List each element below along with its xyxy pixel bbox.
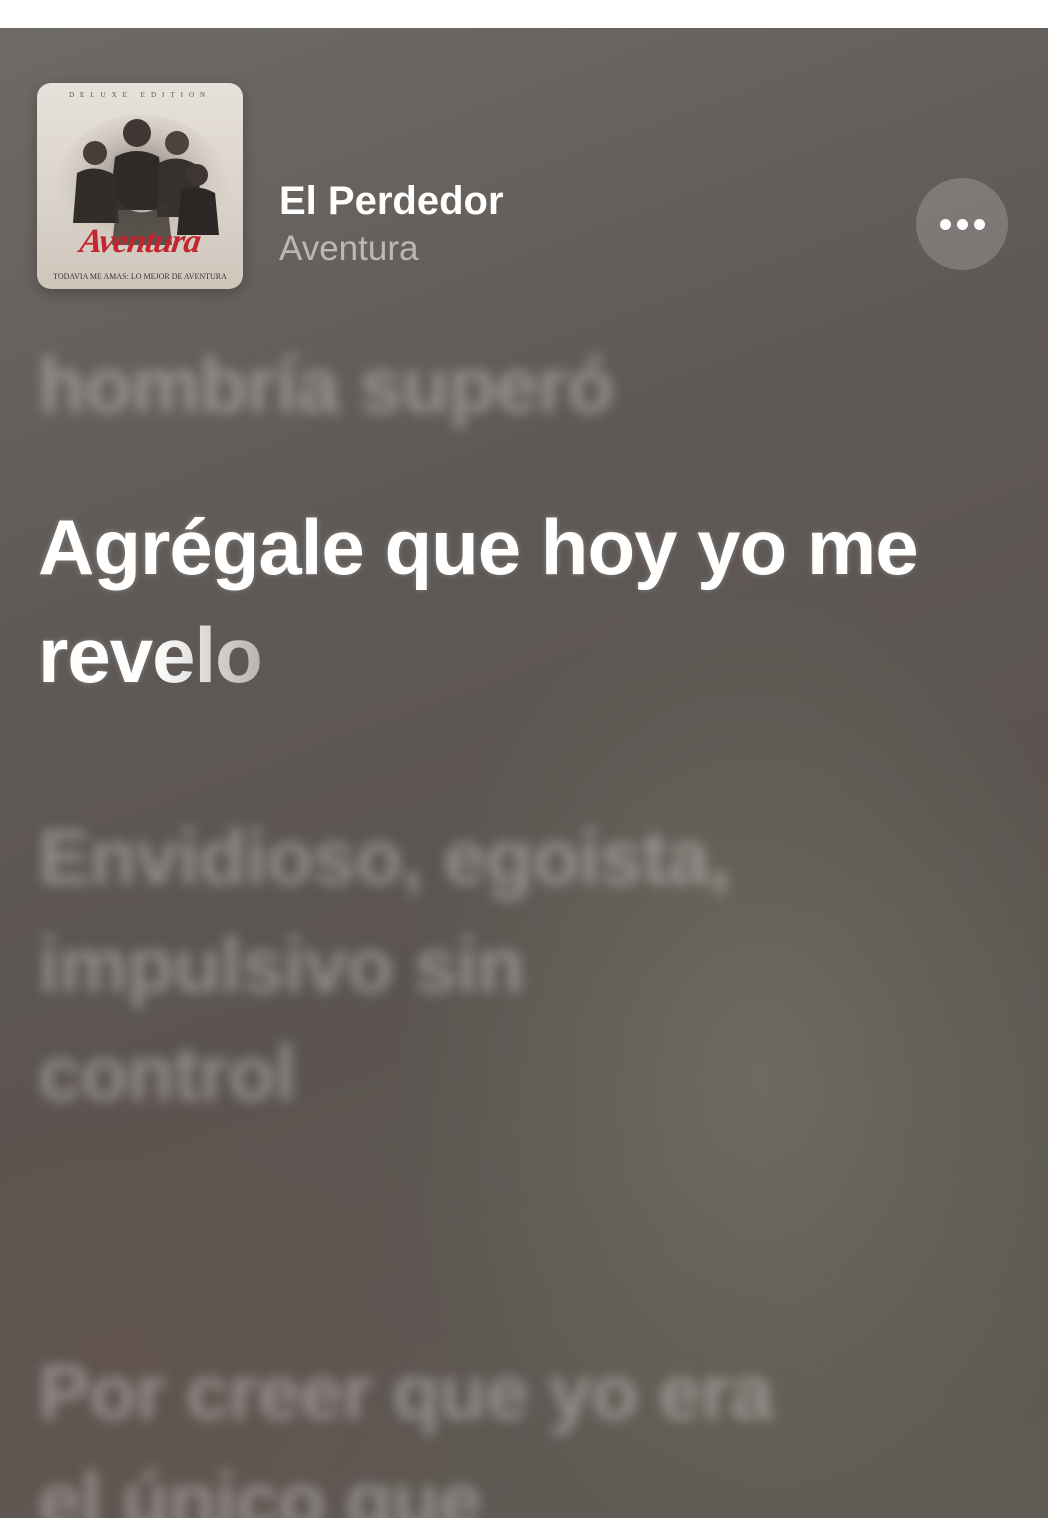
album-subtitle: TODAVIA ME AMAS: LO MEJOR DE AVENTURA: [53, 272, 227, 281]
song-artist[interactable]: Aventura: [279, 229, 418, 269]
lyric-line-next[interactable]: Envidioso, egoista, impulsivo sin contro…: [38, 803, 738, 1127]
lyric-line-current[interactable]: Agrégale que hoy yo me revelo: [38, 493, 938, 709]
more-options-button[interactable]: [916, 178, 1008, 270]
song-title[interactable]: El Perdedor: [279, 179, 504, 224]
lyric-line-next[interactable]: Por creer que yo era el único que: [38, 1338, 838, 1518]
lyric-current-unsung: elo: [152, 611, 263, 699]
lyrics-screen: DELUXE EDITION Aventura TODAVIA ME AMAS:…: [0, 28, 1048, 1518]
album-logo: Aventura: [77, 223, 203, 260]
now-playing-header: DELUXE EDITION Aventura TODAVIA ME AMAS:…: [37, 83, 1009, 291]
ellipsis-icon: [937, 218, 988, 230]
album-edition-text: DELUXE EDITION: [68, 91, 212, 99]
album-art[interactable]: DELUXE EDITION Aventura TODAVIA ME AMAS:…: [37, 83, 243, 289]
lyric-line-previous[interactable]: hombría superó: [38, 331, 938, 439]
